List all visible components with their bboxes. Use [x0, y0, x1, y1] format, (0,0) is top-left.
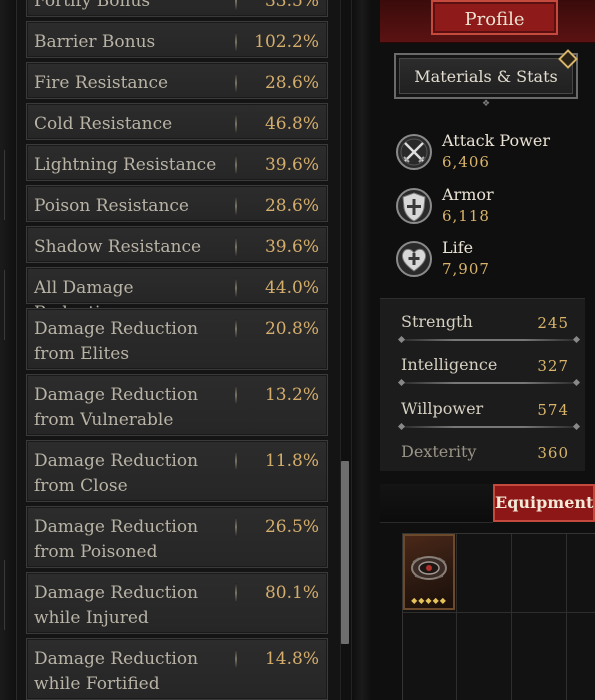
- stat-value: 46.8%: [264, 114, 319, 134]
- heart-icon: [396, 241, 432, 277]
- stat-name: Fortify Bonus: [34, 0, 151, 11]
- stat-value: 80.1%: [264, 583, 319, 603]
- profile-button[interactable]: Profile: [431, 0, 558, 35]
- stat-separator: [235, 0, 237, 11]
- stat-name: Damage Reduction from Close: [34, 451, 199, 496]
- stat-row[interactable]: Damage Reduction from Elites 20.8%: [26, 308, 328, 370]
- stat-value: 28.6%: [264, 196, 319, 216]
- stat-separator: [235, 319, 237, 339]
- stat-separator: [235, 583, 237, 603]
- stats-panel: Fortify Bonus 33.5% Barrier Bonus 102.2% Fir…: [0, 0, 372, 700]
- attribute-row-willpower: Willpower 574: [380, 388, 585, 430]
- stat-separator: [235, 649, 237, 669]
- stat-separator: [235, 451, 237, 471]
- equipment-tab[interactable]: Equipment: [493, 484, 595, 522]
- stat-value: 102.2%: [254, 32, 319, 52]
- stat-row[interactable]: Damage Reduction while Injured 80.1%: [26, 572, 328, 634]
- attribute-row-dexterity: Dexterity 360: [380, 431, 585, 473]
- stat-value: 14.8%: [264, 649, 319, 669]
- stat-value: 26.5%: [264, 517, 319, 537]
- stats-list: Fortify Bonus 33.5% Barrier Bonus 102.2% Fir…: [26, 0, 328, 700]
- stat-value: 20.8%: [264, 319, 319, 339]
- stat-row[interactable]: Damage Reduction from Poisoned 26.5%: [26, 506, 328, 568]
- stat-name: Barrier Bonus: [34, 32, 156, 52]
- stat-name: Damage Reduction from Poisoned: [34, 517, 199, 562]
- attribute-name: Strength: [401, 312, 473, 331]
- stat-name: Damage Reduction while Injured: [34, 583, 199, 628]
- stat-name: Lightning Resistance: [34, 155, 217, 175]
- stat-separator: [235, 114, 237, 134]
- attribute-divider: [402, 339, 576, 341]
- attribute-value: 245: [537, 314, 569, 332]
- stat-value: 33.5%: [264, 0, 319, 11]
- stats-scrollbar-thumb[interactable]: [341, 461, 349, 644]
- stat-name: Damage Reduction from Elites: [34, 319, 199, 364]
- core-stat-attack-power: Attack Power 6,406: [392, 131, 592, 180]
- stat-separator: [235, 155, 237, 175]
- stat-row[interactable]: Damage Reduction from Close 11.8%: [26, 440, 328, 502]
- panel-frame-left: [0, 0, 17, 700]
- stat-name: Fire Resistance: [34, 73, 169, 93]
- profile-panel: Profile Materials & Stats ❖ Attack Power…: [372, 0, 595, 700]
- stat-name: Shadow Resistance: [34, 237, 202, 257]
- attribute-divider: [402, 426, 576, 428]
- stat-row[interactable]: Shadow Resistance 39.6%: [26, 226, 328, 263]
- attack-power-value: 6,406: [442, 153, 490, 171]
- attribute-value: 327: [537, 357, 569, 375]
- attribute-divider: [402, 382, 576, 384]
- stat-value: 28.6%: [264, 73, 319, 93]
- stat-value: 39.6%: [264, 155, 319, 175]
- attribute-row-strength: Strength 245: [380, 301, 585, 343]
- attribute-value: 360: [537, 444, 569, 462]
- equipment-item-slot[interactable]: ◆◆◆◆◆: [403, 534, 455, 610]
- life-label: Life: [442, 238, 474, 257]
- stat-value: 44.0%: [264, 278, 319, 298]
- attack-power-label: Attack Power: [442, 131, 550, 150]
- stat-separator: [235, 73, 237, 93]
- stat-row[interactable]: Lightning Resistance 39.6%: [26, 144, 328, 181]
- attribute-value: 574: [537, 401, 569, 419]
- equipment-tab-strip: [380, 484, 493, 523]
- stat-separator: [235, 517, 237, 537]
- stat-row[interactable]: Damage Reduction from Vulnerable 13.2%: [26, 374, 328, 436]
- attribute-name: Willpower: [401, 399, 484, 418]
- attributes-box: Strength 245 Intelligence 327 Willpower …: [380, 298, 585, 471]
- stat-row[interactable]: Fire Resistance 28.6%: [26, 62, 328, 99]
- stat-value: 39.6%: [264, 237, 319, 257]
- core-stat-life: Life 7,907: [392, 238, 592, 287]
- stat-row[interactable]: Barrier Bonus 102.2%: [26, 21, 328, 58]
- stat-separator: [235, 278, 237, 298]
- stat-row[interactable]: Fortify Bonus 33.5%: [26, 0, 328, 17]
- stat-row[interactable]: All Damage Reduction44.0%: [26, 267, 328, 323]
- core-stat-armor: Armor 6,118: [392, 185, 592, 234]
- stat-name: Damage Reduction while Fortified: [34, 649, 199, 694]
- item-rarity-stars: ◆◆◆◆◆: [411, 596, 447, 605]
- crossed-swords-icon: [396, 134, 432, 170]
- stat-value: 11.8%: [264, 451, 319, 471]
- attribute-name: Intelligence: [401, 355, 498, 374]
- armor-value: 6,118: [442, 207, 490, 225]
- stat-row[interactable]: Cold Resistance 46.8%: [26, 103, 328, 140]
- stat-separator: [235, 237, 237, 257]
- stat-separator: [235, 32, 237, 52]
- attribute-name: Dexterity: [401, 442, 477, 461]
- stat-name: Poison Resistance: [34, 196, 189, 216]
- character-screen: Fortify Bonus 33.5% Barrier Bonus 102.2% Fir…: [0, 0, 595, 700]
- panel-divider: [352, 0, 372, 700]
- stat-separator: [235, 385, 237, 405]
- attribute-row-intelligence: Intelligence 327: [380, 344, 585, 386]
- life-value: 7,907: [442, 260, 490, 278]
- stat-row[interactable]: Damage Reduction while Fortified 14.8%: [26, 638, 328, 700]
- amulet-item-icon: [411, 556, 447, 580]
- materials-stats-button[interactable]: Materials & Stats: [394, 53, 578, 99]
- stat-value: 13.2%: [264, 385, 319, 405]
- stat-name: Damage Reduction from Vulnerable: [34, 385, 199, 430]
- profile-banner: Profile: [380, 0, 595, 43]
- stat-separator: [235, 196, 237, 216]
- stat-name: Cold Resistance: [34, 114, 173, 134]
- armor-label: Armor: [442, 185, 494, 204]
- shield-icon: [396, 188, 432, 224]
- ornament-icon: ❖: [481, 99, 491, 109]
- stat-row[interactable]: Poison Resistance 28.6%: [26, 185, 328, 222]
